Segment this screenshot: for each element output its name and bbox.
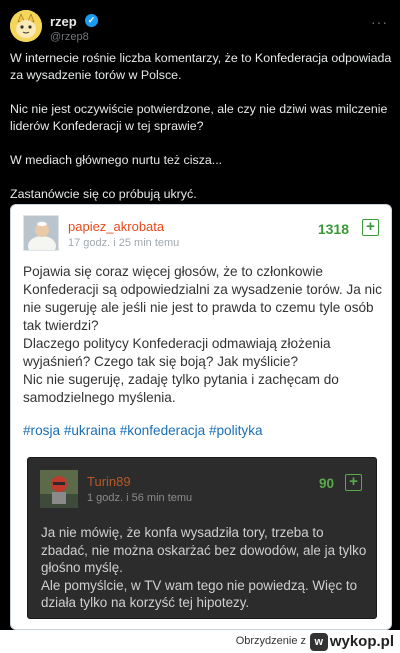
wykop-logo: w wykop.pl: [309, 631, 394, 652]
tweet-paragraph: Zastanówcie się co próbują ukryć.: [10, 187, 197, 201]
post-line: Pojawia się coraz więcej głosów, że to c…: [23, 264, 382, 333]
post-header: papiez_akrobata 17 godz. i 25 min temu 1…: [23, 215, 381, 255]
embedded-screenshot[interactable]: papiez_akrobata 17 godz. i 25 min temu 1…: [10, 204, 392, 630]
verified-badge-icon: ✓: [85, 14, 98, 27]
display-name[interactable]: rzep: [50, 14, 77, 29]
tag-link[interactable]: #konfederacja: [120, 423, 205, 438]
reply-upvote-plus-icon[interactable]: +: [345, 474, 362, 491]
post-vote-count: 1318: [317, 221, 349, 237]
avatar[interactable]: [10, 10, 42, 42]
tweet-paragraph: W mediach głównego nurtu też cisza...: [10, 153, 223, 167]
knight-avatar-icon: [40, 470, 78, 508]
tweet-header: rzep ✓ @rzep8 ···: [10, 8, 390, 44]
tweet-paragraph: W internecie rośnie liczba komentarzy, ż…: [10, 51, 392, 82]
pope-avatar-icon: [24, 216, 58, 250]
tweet-paragraph: Nic nie jest oczywiście potwierdzone, al…: [10, 102, 388, 133]
tag-link[interactable]: #polityka: [209, 423, 263, 438]
upvote-plus-icon[interactable]: +: [362, 219, 379, 236]
tweet: rzep ✓ @rzep8 ··· W internecie rośnie li…: [0, 0, 400, 630]
reply-vote-count: 90: [318, 476, 334, 491]
post-line: Dlaczego politycy Konfederacji odmawiają…: [23, 336, 331, 369]
footer-caption: Obrzydzenie z: [235, 635, 306, 647]
reply-line: Ja nie mówię, że konfa wysadziła tory, t…: [41, 525, 367, 576]
post-username[interactable]: papiez_akrobata: [68, 219, 164, 234]
reply-avatar[interactable]: [40, 470, 78, 508]
reply-username[interactable]: Turin89: [87, 474, 131, 489]
cat-avatar-icon: [10, 10, 42, 42]
reply-line: Ale pomyślcie, w TV wam tego nie powiedz…: [41, 577, 358, 611]
reply-timestamp: 1 godz. i 56 min temu: [87, 492, 193, 504]
wykop-logo-icon: w: [309, 632, 328, 651]
reply-comment: Turin89 1 godz. i 56 min temu 90 + Ja ni…: [27, 457, 377, 619]
post-avatar[interactable]: [23, 215, 59, 251]
tag-link[interactable]: #rosja: [23, 423, 60, 438]
reply-body: Ja nie mówię, że konfa wysadziła tory, t…: [41, 524, 369, 612]
user-handle[interactable]: @rzep8: [50, 31, 89, 43]
wykop-logo-word: wykop.pl: [329, 633, 394, 650]
post-line: Nic nie sugeruję, zadaję tylko pytania i…: [23, 372, 339, 405]
post-timestamp: 17 godz. i 25 min temu: [68, 237, 180, 249]
more-options-icon[interactable]: ···: [371, 14, 388, 30]
tag-link[interactable]: #ukraina: [64, 423, 116, 438]
post-tags: #rosja #ukraina #konfederacja #polityka: [23, 423, 263, 438]
watermark-footer: Obrzydzenie z w wykop.pl: [0, 630, 400, 653]
post-body: Pojawia się coraz więcej głosów, że to c…: [23, 263, 383, 407]
tweet-text: W internecie rośnie liczba komentarzy, ż…: [10, 50, 392, 220]
